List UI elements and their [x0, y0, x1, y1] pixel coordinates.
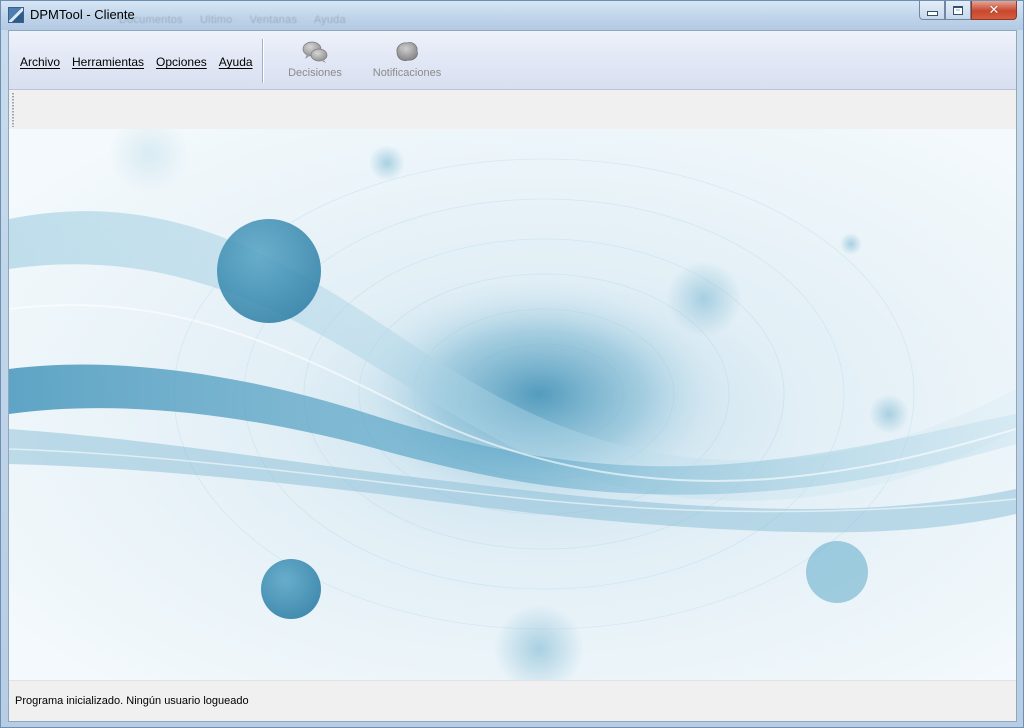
- menu-bar: Archivo Herramientas Opciones Ayuda: [20, 55, 265, 69]
- client-area: Archivo Herramientas Opciones Ayuda Deci…: [8, 30, 1017, 722]
- notification-blob-icon: [396, 42, 418, 61]
- restore-icon: [953, 5, 963, 15]
- speech-bubbles-icon: [302, 41, 328, 63]
- tool-strip: [9, 90, 1016, 128]
- decorative-wave-background: [9, 129, 1016, 680]
- menu-herramientas[interactable]: Herramientas: [72, 55, 144, 69]
- menu-ayuda[interactable]: Ayuda: [219, 55, 253, 69]
- close-icon: ✕: [988, 2, 1000, 18]
- ghost-menu-item: Documentos: [119, 14, 183, 26]
- decisions-label: Decisiones: [288, 67, 342, 79]
- minimize-button[interactable]: [919, 1, 945, 20]
- ribbon-separator: [262, 39, 264, 83]
- menu-opciones[interactable]: Opciones: [156, 55, 207, 69]
- decisions-button[interactable]: Decisiones: [285, 40, 345, 79]
- status-text: Programa inicializado. Ningún usuario lo…: [15, 695, 249, 707]
- ghost-menu: Documentos Ultimo Ventanas Ayuda: [119, 14, 360, 26]
- ghost-menu-item: Ayuda: [313, 14, 346, 26]
- title-bar[interactable]: DPMTool - Cliente Documentos Ultimo Vent…: [1, 1, 1023, 30]
- status-bar: Programa inicializado. Ningún usuario lo…: [9, 680, 1016, 721]
- notifications-label: Notificaciones: [372, 67, 442, 79]
- toolstrip-grip[interactable]: [12, 93, 14, 127]
- background-canvas: [9, 129, 1016, 680]
- app-window: DPMTool - Cliente Documentos Ultimo Vent…: [0, 0, 1024, 728]
- app-icon[interactable]: [8, 7, 24, 23]
- ribbon-toolbar: Archivo Herramientas Opciones Ayuda Deci…: [9, 31, 1016, 90]
- menu-archivo[interactable]: Archivo: [20, 55, 60, 69]
- close-button[interactable]: ✕: [971, 1, 1017, 20]
- ghost-menu-item: Ultimo: [200, 14, 233, 26]
- ghost-menu-item: Ventanas: [249, 14, 298, 26]
- notifications-button[interactable]: Notificaciones: [369, 40, 445, 79]
- minimize-icon: [926, 10, 938, 16]
- window-controls: ✕: [919, 1, 1017, 21]
- maximize-button[interactable]: [945, 1, 971, 20]
